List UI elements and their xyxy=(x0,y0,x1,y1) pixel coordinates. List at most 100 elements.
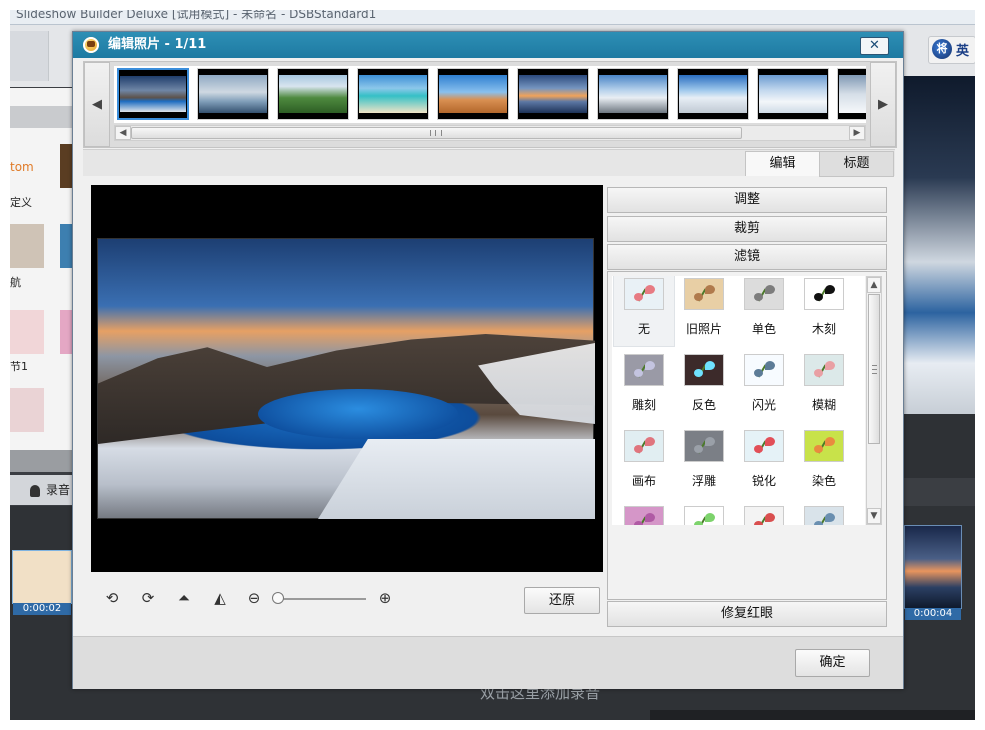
rotate-left-icon[interactable]: ⟲ xyxy=(101,587,123,609)
adjust-section-header[interactable]: 调整 xyxy=(607,187,887,213)
timeline-clip[interactable]: 0:00:04 xyxy=(904,525,962,620)
filter-preview-thumbnail xyxy=(804,430,844,462)
thumbnail-scrollbar[interactable]: ◀ ▶ xyxy=(114,125,866,141)
fix-redeye-button[interactable]: 修复红眼 xyxy=(607,601,887,627)
photo-thumbnail[interactable] xyxy=(437,68,509,120)
filter-option[interactable]: 单色 xyxy=(734,276,794,346)
background-panel-text: tom xyxy=(10,160,34,174)
filter-option[interactable]: 雕刻 xyxy=(614,352,674,422)
microphone-icon xyxy=(30,484,40,497)
filter-preview-thumbnail xyxy=(684,354,724,386)
ok-button[interactable]: 确定 xyxy=(795,649,870,677)
photo-thumbnail[interactable] xyxy=(597,68,669,120)
flower-petal xyxy=(814,445,823,453)
filter-panel: 无 旧照片 单色 木刻雕刻 反色 闪光 模糊画布 浮雕 锐化 染色 ▲ ▼ xyxy=(607,271,887,600)
flower-petal xyxy=(634,369,643,377)
photo-thumbnail[interactable] xyxy=(197,68,269,120)
background-panel-text: 节1 xyxy=(10,360,28,373)
filter-option[interactable]: 无 xyxy=(613,276,675,347)
background-template-thumb[interactable] xyxy=(10,388,44,432)
scrollbar-thumb[interactable] xyxy=(868,294,880,444)
filter-preview-thumbnail xyxy=(624,506,664,525)
zoom-in-icon[interactable]: ⊕ xyxy=(374,587,396,609)
logo-icon: 将 xyxy=(932,39,952,59)
filter-preview-thumbnail xyxy=(744,506,784,525)
zoom-slider-track[interactable] xyxy=(276,598,366,600)
background-template-thumb[interactable] xyxy=(10,310,44,354)
filter-preview-thumbnail xyxy=(624,354,664,386)
filter-preview-thumbnail xyxy=(624,430,664,462)
flower-petal xyxy=(765,285,775,294)
rotate-right-icon[interactable]: ⟳ xyxy=(137,587,159,609)
dialog-title-bar[interactable]: 编辑照片 - 1/11 ✕ xyxy=(73,32,903,58)
close-button[interactable]: ✕ xyxy=(860,37,889,55)
photo-thumbnail[interactable] xyxy=(677,68,749,120)
filter-label: 雕刻 xyxy=(631,398,656,412)
filter-section-header[interactable]: 滤镜 xyxy=(607,244,887,270)
flower-petal xyxy=(705,513,715,522)
filter-preview-thumbnail xyxy=(684,506,724,525)
flower-petal xyxy=(825,361,835,370)
photo-thumbnail[interactable] xyxy=(277,68,349,120)
zoom-slider-thumb[interactable] xyxy=(272,592,284,604)
flower-petal xyxy=(754,369,763,377)
filter-option[interactable]: 旧照片 xyxy=(674,276,734,346)
background-logo: 将 英 xyxy=(928,36,975,64)
flower-petal xyxy=(814,521,823,525)
flower-petal xyxy=(634,293,643,301)
next-photos-button[interactable]: ▶ xyxy=(870,62,896,147)
filter-scrollbar[interactable]: ▲ ▼ xyxy=(866,276,882,525)
filter-preview-thumbnail xyxy=(744,354,784,386)
edit-options-panel: 调整 裁剪 滤镜 无 旧照片 单色 木刻雕刻 反色 闪光 模糊画布 浮雕 锐化 染色 ▲ ▼ 修复… xyxy=(607,185,889,631)
tab-title[interactable]: 标题 xyxy=(819,151,894,177)
photo-thumbnail-selected[interactable] xyxy=(117,68,189,120)
photo-thumbnail[interactable] xyxy=(837,68,866,120)
flower-petal xyxy=(694,521,703,525)
edit-photo-dialog: 编辑照片 - 1/11 ✕ ◀ ◀ ▶ ▶ 编辑 标题 ⟲ ⟳ ⏶ ◭ ⊖ ⊕ … xyxy=(72,31,904,689)
scroll-left-arrow-icon[interactable]: ◀ xyxy=(115,126,131,140)
scroll-down-arrow-icon[interactable]: ▼ xyxy=(867,508,881,524)
filter-option[interactable] xyxy=(674,504,734,525)
flower-petal xyxy=(705,437,715,446)
photo-thumbnail[interactable] xyxy=(517,68,589,120)
scroll-up-arrow-icon[interactable]: ▲ xyxy=(867,277,881,293)
background-title-bar: Slideshow Builder Deluxe [试用模式] - 未命名 - … xyxy=(10,10,975,25)
filter-option[interactable]: 木刻 xyxy=(794,276,854,346)
background-panel-text: 定义 xyxy=(10,196,32,209)
background-template-thumb[interactable] xyxy=(10,224,44,268)
flower-petal xyxy=(705,361,715,370)
filter-option[interactable] xyxy=(734,504,794,525)
zoom-out-icon[interactable]: ⊖ xyxy=(243,587,265,609)
flower-petal xyxy=(765,437,775,446)
flower-petal xyxy=(645,361,655,370)
timeline-clip[interactable]: 0:00:02 xyxy=(12,550,72,615)
filter-option[interactable]: 浮雕 xyxy=(674,428,734,498)
prev-photos-button[interactable]: ◀ xyxy=(84,62,110,147)
scroll-right-arrow-icon[interactable]: ▶ xyxy=(849,126,865,140)
flower-petal xyxy=(814,293,823,301)
filter-option[interactable]: 反色 xyxy=(674,352,734,422)
photo-thumbnail[interactable] xyxy=(757,68,829,120)
photo-thumbnail[interactable] xyxy=(357,68,429,120)
flip-vertical-icon[interactable]: ⏶ xyxy=(173,587,195,609)
filter-option[interactable]: 锐化 xyxy=(734,428,794,498)
scrollbar-thumb[interactable] xyxy=(131,127,742,139)
flower-petal xyxy=(814,369,823,377)
filter-label: 旧照片 xyxy=(685,322,722,336)
flower-petal xyxy=(634,445,643,453)
tab-edit[interactable]: 编辑 xyxy=(745,151,820,176)
filter-option[interactable]: 模糊 xyxy=(794,352,854,422)
background-record-label: 录音 xyxy=(46,483,71,497)
filter-option[interactable] xyxy=(614,504,674,525)
filter-option[interactable]: 闪光 xyxy=(734,352,794,422)
flip-horizontal-icon[interactable]: ◭ xyxy=(209,587,231,609)
restore-button[interactable]: 还原 xyxy=(524,587,600,614)
filter-option[interactable]: 染色 xyxy=(794,428,854,498)
dialog-title: 编辑照片 - 1/11 xyxy=(108,37,207,52)
filter-option[interactable] xyxy=(794,504,854,525)
background-record-button[interactable]: 录音 xyxy=(10,475,72,505)
filter-option[interactable]: 画布 xyxy=(614,428,674,498)
filter-label: 无 xyxy=(637,322,650,336)
crop-section-header[interactable]: 裁剪 xyxy=(607,216,887,242)
background-bottom-strip xyxy=(650,710,975,720)
